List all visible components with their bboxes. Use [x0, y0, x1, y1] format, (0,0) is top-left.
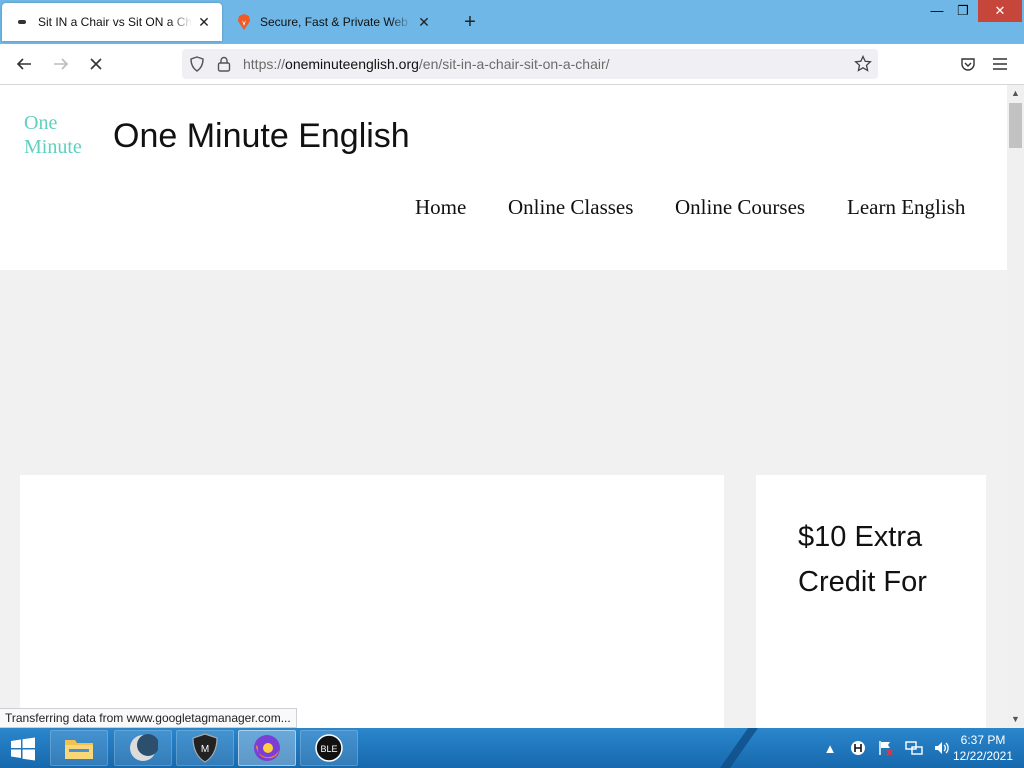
- web-page: One Minute One Minute English Home Onlin…: [0, 85, 1007, 728]
- tray-app-icon[interactable]: [848, 738, 868, 758]
- taskbar-decoration: [720, 728, 758, 768]
- url-bar[interactable]: https://oneminuteenglish.org/en/sit-in-a…: [182, 49, 878, 79]
- system-tray: ▲: [820, 736, 952, 760]
- ble-app-icon[interactable]: BLE: [300, 730, 358, 766]
- close-window-button[interactable]: ✕: [978, 0, 1022, 22]
- loading-dot-icon: [14, 14, 30, 30]
- nav-link-home[interactable]: Home: [415, 195, 466, 220]
- tab-close-icon[interactable]: ✕: [196, 14, 212, 30]
- file-explorer-icon[interactable]: [50, 730, 108, 766]
- minimize-button[interactable]: —: [924, 0, 950, 22]
- nav-link-online-classes[interactable]: Online Classes: [508, 195, 633, 220]
- nav-link-online-courses[interactable]: Online Courses: [675, 195, 805, 220]
- nav-link-learn-english[interactable]: Learn English: [847, 195, 965, 220]
- clock-date: 12/22/2021: [952, 749, 1014, 763]
- scroll-down-arrow-icon[interactable]: ▼: [1007, 711, 1024, 728]
- svg-text:M: M: [201, 744, 209, 755]
- scroll-thumb[interactable]: [1009, 103, 1022, 148]
- back-arrow-icon[interactable]: [10, 50, 38, 78]
- tab-title: Sit IN a Chair vs Sit ON a Chair - One M…: [38, 15, 192, 29]
- hamburger-menu-icon[interactable]: [986, 50, 1014, 78]
- pocket-icon[interactable]: [954, 50, 982, 78]
- tab-title: Secure, Fast & Private Web Browser with …: [260, 15, 412, 29]
- site-header: One Minute One Minute English Home Onlin…: [0, 85, 1007, 270]
- tab-sit-in-a-chair[interactable]: Sit IN a Chair vs Sit ON a Chair - One M…: [2, 3, 222, 41]
- navigation-toolbar: https://oneminuteenglish.org/en/sit-in-a…: [0, 44, 1024, 85]
- logo-line-two: Minute: [24, 136, 82, 158]
- action-center-flag-icon[interactable]: [876, 738, 896, 758]
- tab-brave[interactable]: Secure, Fast & Private Web Browser with …: [228, 3, 442, 41]
- crescent-app-icon[interactable]: [114, 730, 172, 766]
- main-content-card: [20, 475, 724, 728]
- shield-app-icon[interactable]: M: [176, 730, 234, 766]
- new-tab-plus-icon[interactable]: +: [458, 10, 482, 34]
- site-logo[interactable]: One Minute: [24, 111, 82, 159]
- url-path: /en/sit-in-a-chair-sit-on-a-chair/: [418, 56, 610, 72]
- firefox-icon[interactable]: [238, 730, 296, 766]
- url-host: oneminuteenglish.org: [285, 56, 419, 72]
- forward-arrow-icon[interactable]: [47, 50, 75, 78]
- logo-line-one: One: [24, 112, 58, 134]
- scroll-up-arrow-icon[interactable]: ▲: [1007, 85, 1024, 102]
- lock-icon[interactable]: [215, 55, 233, 73]
- network-icon[interactable]: [904, 738, 924, 758]
- page-scrollbar[interactable]: ▲ ▼: [1007, 85, 1024, 728]
- tab-close-icon[interactable]: ✕: [416, 14, 432, 30]
- svg-text:BLE: BLE: [320, 744, 337, 754]
- url-prefix: https://: [243, 56, 286, 72]
- site-title[interactable]: One Minute English: [113, 117, 410, 156]
- brave-lion-icon: [236, 14, 252, 30]
- bookmark-star-icon[interactable]: [854, 55, 872, 73]
- restore-button[interactable]: ❐: [950, 0, 976, 22]
- windows-taskbar: M BLE ▲ 6:37 PM 12/22/2021: [0, 728, 1024, 768]
- taskbar-clock[interactable]: 6:37 PM 12/22/2021: [948, 732, 1018, 764]
- stop-loading-icon[interactable]: [82, 50, 110, 78]
- show-hidden-icons-arrow-icon[interactable]: ▲: [820, 738, 840, 758]
- windows-start-icon[interactable]: [6, 734, 40, 764]
- promo-sidebar-card: $10 Extra Credit For: [756, 475, 986, 728]
- browser-titlebar: Sit IN a Chair vs Sit ON a Chair - One M…: [0, 0, 1024, 44]
- status-bar: Transferring data from www.googletagmana…: [0, 708, 297, 728]
- tracking-shield-icon[interactable]: [188, 55, 206, 73]
- url-text[interactable]: https://oneminuteenglish.org/en/sit-in-a…: [243, 56, 610, 72]
- promo-heading[interactable]: $10 Extra Credit For: [798, 515, 978, 605]
- clock-time: 6:37 PM: [960, 733, 1006, 747]
